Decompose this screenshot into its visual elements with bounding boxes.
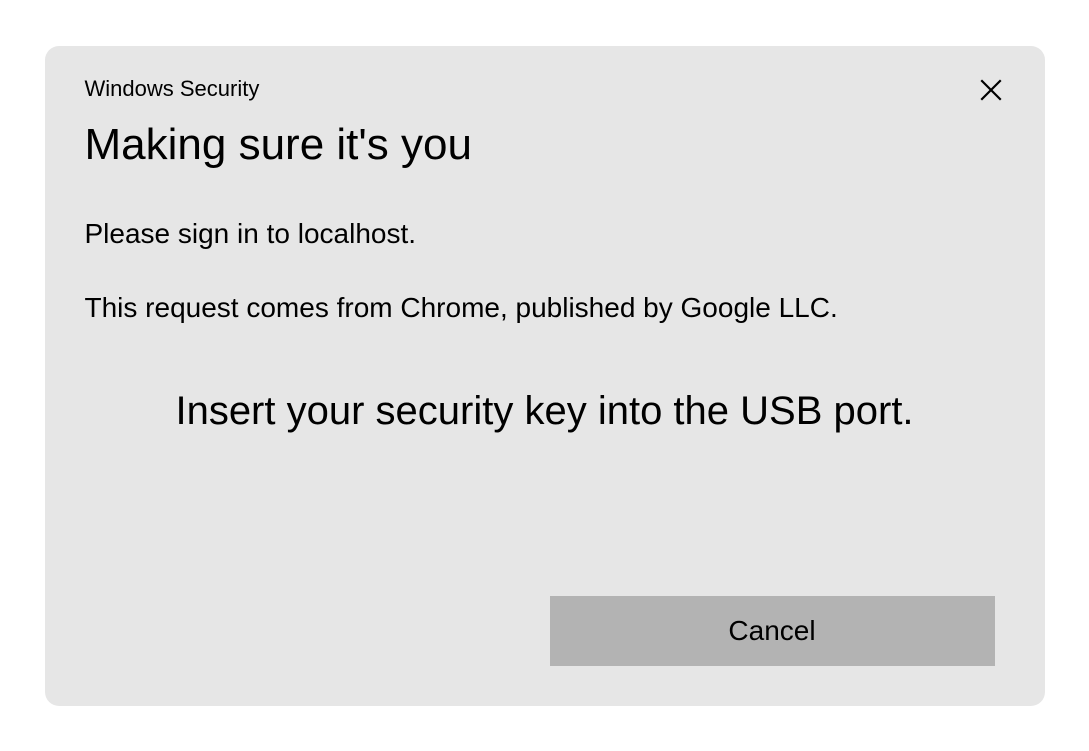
dialog-request-source-text: This request comes from Chrome, publishe…	[85, 292, 1005, 324]
dialog-header-small: Windows Security	[85, 76, 1005, 102]
dialog-title: Making sure it's you	[85, 120, 1005, 170]
dialog-button-row: Cancel	[550, 596, 995, 666]
windows-security-dialog: Windows Security Making sure it's you Pl…	[45, 46, 1045, 706]
close-icon	[978, 77, 1004, 103]
dialog-signin-text: Please sign in to localhost.	[85, 218, 1005, 250]
close-button[interactable]	[973, 72, 1009, 108]
cancel-button[interactable]: Cancel	[550, 596, 995, 666]
dialog-instruction-text: Insert your security key into the USB po…	[85, 384, 1005, 438]
